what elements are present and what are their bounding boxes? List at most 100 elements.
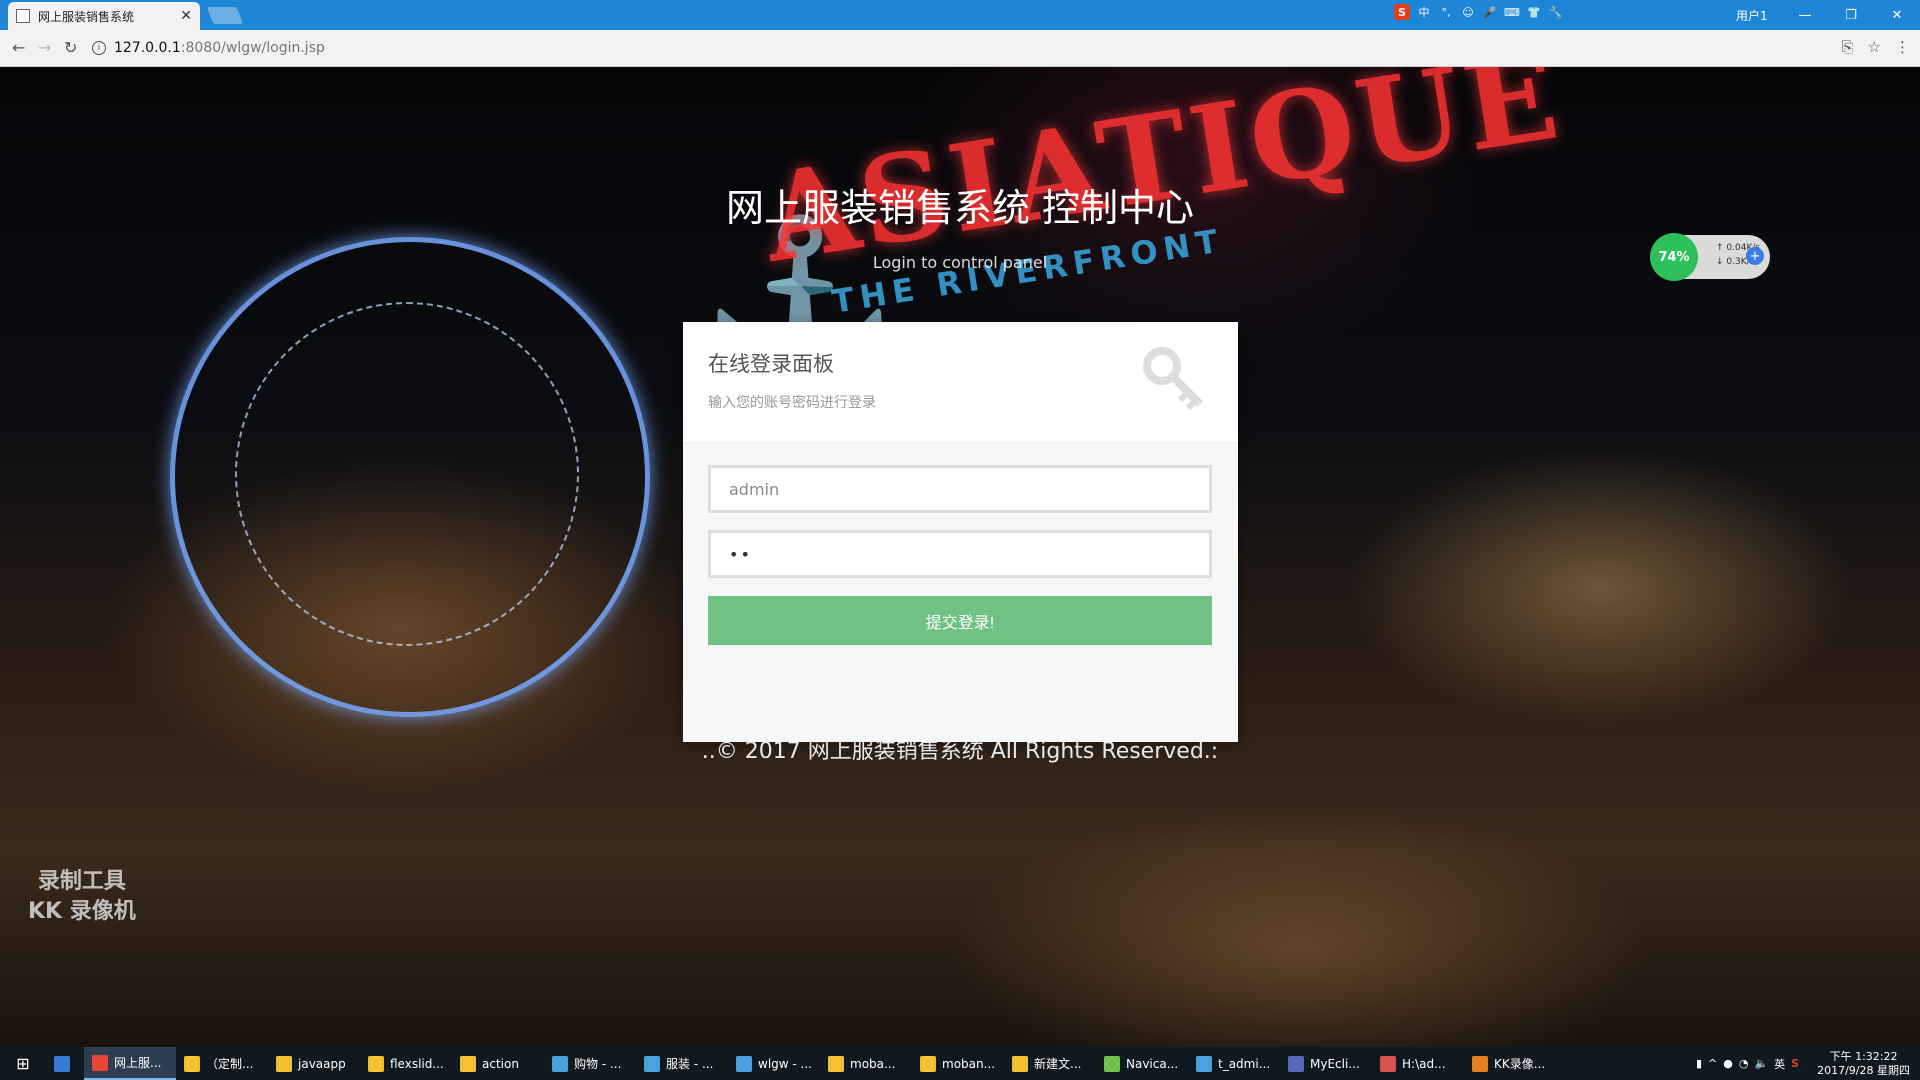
taskbar-item[interactable]: moban... (912, 1047, 1004, 1080)
taskbar-item[interactable]: Navica... (1096, 1047, 1188, 1080)
battery-icon[interactable]: ▮ (1696, 1057, 1702, 1070)
taskbar-item[interactable]: （定制... (176, 1047, 268, 1080)
taskbar-item[interactable]: 购物 - ... (544, 1047, 636, 1080)
taskbar-item-label: moba... (850, 1056, 896, 1071)
taskbar-item-label: Navica... (1126, 1056, 1179, 1071)
site-info-icon[interactable]: i (92, 41, 106, 55)
sogou-tray-icon[interactable]: S (1791, 1057, 1799, 1070)
page-footer: ..© 2017 网上服装销售系统 All Rights Reserved.: (701, 739, 1219, 764)
accelerate-icon[interactable]: + (1746, 247, 1764, 265)
ime-tools-icon[interactable]: 🔧 (1548, 4, 1564, 20)
taskbar-app-icon (92, 1054, 108, 1071)
pinned-app-icon (54, 1055, 70, 1072)
tab-close-icon[interactable]: ✕ (180, 8, 192, 24)
taskbar-app-icon (644, 1055, 660, 1072)
close-window-icon[interactable]: ✕ (1874, 0, 1920, 30)
login-page: ⚓ ASIATIQUE THE RIVERFRONT 录制工具 KK 录像机 网… (0, 67, 1920, 1047)
url-host: 127.0.0.1 (114, 40, 181, 56)
taskbar-app-icon (1012, 1055, 1028, 1072)
translate-icon[interactable]: ⎘ (1842, 38, 1854, 56)
volume-icon[interactable]: 🔈 (1754, 1057, 1768, 1070)
taskbar-app-icon (460, 1055, 476, 1072)
login-submit-button[interactable]: 提交登录! (708, 596, 1212, 645)
background-ferris-wheel (170, 237, 650, 717)
taskbar-item-label: action (482, 1056, 519, 1071)
login-panel-title: 在线登录面板 (708, 352, 834, 376)
menu-icon[interactable]: ⋮ (1895, 38, 1910, 56)
taskbar-app-icon (368, 1055, 384, 1072)
ime-punctuation-icon[interactable]: °, (1438, 4, 1454, 20)
restore-icon[interactable]: ❐ (1828, 0, 1874, 30)
taskbar-item[interactable]: H:\ad... (1372, 1047, 1464, 1080)
antivirus-icon[interactable]: ● (1723, 1057, 1733, 1070)
taskbar-item-label: KK录像... (1494, 1057, 1546, 1071)
ime-toolbar: S 中 °, ☺ 🎤 ⌨ 👕 🔧 (1394, 4, 1564, 20)
ime-skin-icon[interactable]: 👕 (1526, 4, 1542, 20)
taskbar-item-label: 服装 - ... (666, 1057, 714, 1071)
taskbar-item-label: H:\ad... (1402, 1056, 1446, 1071)
reload-icon[interactable]: ↻ (64, 38, 77, 57)
taskbar-item[interactable]: action (452, 1047, 544, 1080)
taskbar-app-icon (184, 1055, 200, 1072)
username-input[interactable]: admin (708, 465, 1212, 513)
taskbar-item[interactable]: wlgw - ... (728, 1047, 820, 1080)
taskbar-item-label: MyEcli... (1310, 1056, 1360, 1071)
taskbar-app-icon (828, 1055, 844, 1072)
ime-emoji-icon[interactable]: ☺ (1460, 4, 1476, 20)
tray-lang[interactable]: 英 (1774, 1056, 1785, 1072)
network-speed-widget[interactable]: 74% ↑ 0.04K/s ↓ 0.3K/s + (1650, 233, 1770, 281)
taskbar-item[interactable]: flexslid... (360, 1047, 452, 1080)
taskbar-app-icon (1288, 1055, 1304, 1072)
taskbar-item[interactable]: 新建文... (1004, 1047, 1096, 1080)
url-path: :8080/wlgw/login.jsp (180, 40, 325, 56)
login-panel-body: admin •• 提交登录! (683, 443, 1238, 742)
bookmark-star-icon[interactable]: ☆ (1868, 38, 1881, 56)
minimize-icon[interactable]: — (1782, 0, 1828, 30)
browser-user-label[interactable]: 用户1 (1736, 7, 1768, 24)
taskbar-item[interactable]: moba... (820, 1047, 912, 1080)
clock-date: 2017/9/28 星期四 (1817, 1063, 1910, 1077)
taskbar-item-label: 购物 - ... (574, 1057, 622, 1071)
ime-chinese-mode-icon[interactable]: 中 (1416, 4, 1432, 20)
password-value: •• (729, 544, 752, 564)
window-controls: — ❐ ✕ (1782, 0, 1920, 30)
login-panel-header: 在线登录面板 输入您的账号密码进行登录 (683, 322, 1238, 443)
system-tray: ▮ ^ ● ◔ 🔈 英 S 下午 1:32:22 2017/9/28 星期四 (1696, 1047, 1920, 1080)
network-icon[interactable]: ◔ (1739, 1057, 1749, 1070)
taskbar-item[interactable]: KK录像... (1464, 1047, 1556, 1080)
taskbar-app-icon (920, 1055, 936, 1072)
forward-icon[interactable]: → (38, 38, 51, 57)
taskbar-item[interactable]: t_admi... (1188, 1047, 1280, 1080)
taskbar-item[interactable]: 网上服... (84, 1047, 176, 1080)
url-input[interactable]: i 127.0.0.1 :8080/wlgw/login.jsp (92, 35, 1878, 61)
taskbar-app-icon (276, 1055, 292, 1072)
taskbar-item-label: 新建文... (1034, 1057, 1082, 1071)
taskbar-items: 网上服... （定制... javaapp flexslid... action 购物 -… (84, 1047, 1556, 1080)
ime-keyboard-icon[interactable]: ⌨ (1504, 4, 1520, 20)
taskbar-item[interactable]: javaapp (268, 1047, 360, 1080)
username-value: admin (729, 479, 780, 499)
taskbar-item-label: （定制... (206, 1057, 254, 1071)
page-favicon-icon (16, 9, 30, 23)
browser-tab[interactable]: 网上服装销售系统 ✕ (8, 2, 200, 30)
new-tab-button[interactable] (206, 7, 244, 24)
taskbar-item[interactable]: 服装 - ... (636, 1047, 728, 1080)
taskbar-item[interactable]: MyEcli... (1280, 1047, 1372, 1080)
windows-start-icon[interactable]: ⊞ (0, 1047, 46, 1080)
sogou-ime-icon[interactable]: S (1394, 4, 1410, 20)
ime-voice-icon[interactable]: 🎤 (1482, 4, 1498, 20)
taskbar-pinned-app[interactable] (46, 1047, 84, 1080)
back-icon[interactable]: ← (12, 38, 25, 57)
taskbar-item-label: javaapp (298, 1056, 346, 1071)
windows-taskbar: ⊞ 网上服... （定制... javaapp flexslid... action 购物… (0, 1047, 1920, 1080)
taskbar-clock[interactable]: 下午 1:32:22 2017/9/28 星期四 (1817, 1050, 1910, 1078)
password-input[interactable]: •• (708, 530, 1212, 578)
login-panel-description: 输入您的账号密码进行登录 (708, 395, 876, 411)
taskbar-item-label: flexslid... (390, 1056, 444, 1071)
taskbar-app-icon (552, 1055, 568, 1072)
tray-expand-icon[interactable]: ^ (1708, 1057, 1717, 1070)
address-bar-row: ← → ↻ i 127.0.0.1 :8080/wlgw/login.jsp ⎘… (0, 30, 1920, 67)
key-icon (1143, 347, 1203, 411)
tab-title: 网上服装销售系统 (38, 9, 135, 24)
page-subtitle: Login to control panel (872, 253, 1048, 272)
